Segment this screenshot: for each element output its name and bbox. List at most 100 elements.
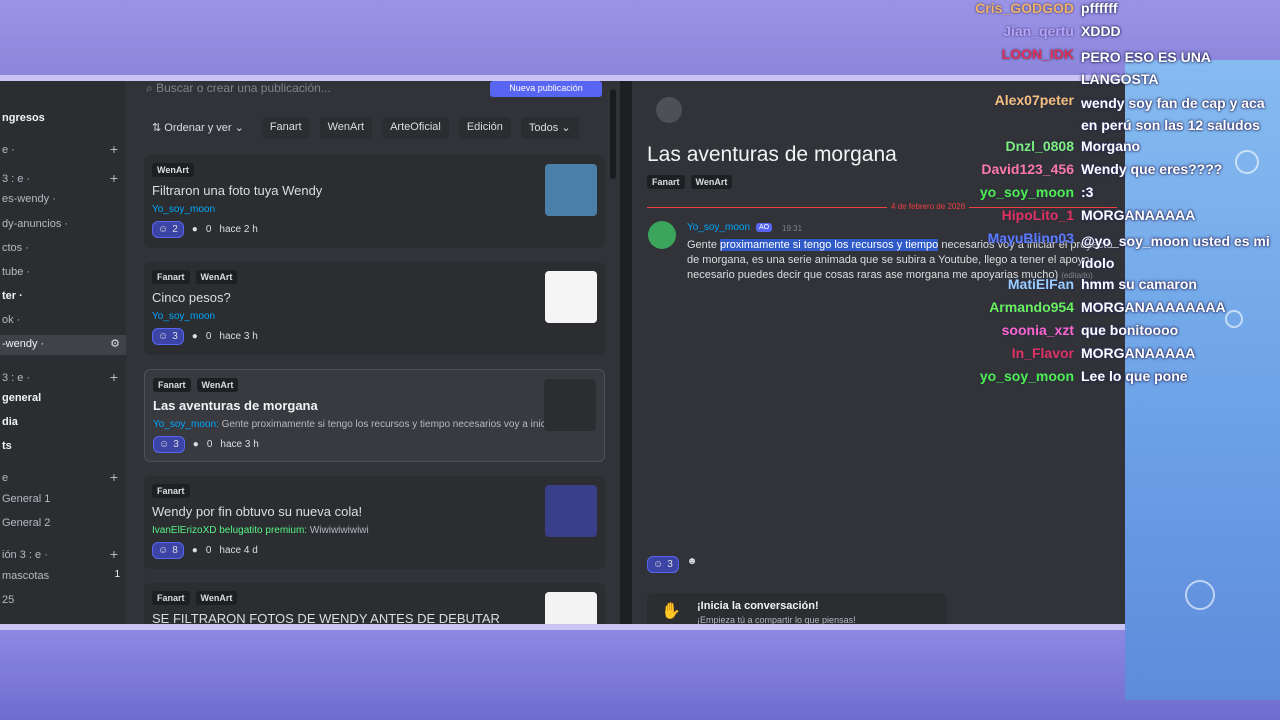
gear-icon[interactable]: ⚙ <box>110 337 120 350</box>
filter-fanart[interactable]: Fanart <box>261 117 310 139</box>
sidebar-item[interactable]: ter · <box>0 287 126 307</box>
sidebar-item-label: General 1 <box>2 493 51 505</box>
sidebar-item[interactable]: general <box>0 389 126 409</box>
chat-line: LOON_IDK PERO ESO ES UNA LANGOSTA <box>960 46 1280 87</box>
reaction-pill[interactable]: ☺ 3 <box>152 328 184 345</box>
sidebar-item-label: ctos · <box>2 242 29 254</box>
post-tag: Fanart <box>152 484 190 498</box>
search-icon: ⌕ <box>146 81 157 95</box>
post-tag: WenArt <box>195 591 238 605</box>
message-text-start: Gente <box>687 239 721 251</box>
chat-message: @yo_soy_moon usted es mi idolo <box>1081 233 1270 271</box>
filter-arteoficial[interactable]: ArteOficial <box>382 117 449 139</box>
sidebar-item[interactable]: es-wendy · <box>0 190 126 210</box>
sidebar-item[interactable]: ctos · <box>0 239 126 259</box>
post-author: Yo_soy_moon: <box>153 419 219 430</box>
sidebar-item[interactable]: 25 <box>0 591 126 611</box>
add-channel-icon[interactable]: + <box>110 141 118 157</box>
post-title: Filtraron una foto tuya Wendy <box>152 183 323 198</box>
post-author: Yo_soy_moon <box>152 204 216 215</box>
post-thumbnail <box>545 592 597 624</box>
chat-message: Wendy que eres???? <box>1081 161 1223 177</box>
sort-button[interactable]: ⇅ Ordenar y ver ⌄ <box>144 117 252 139</box>
reaction-pill[interactable]: ☺ 3 <box>153 436 185 453</box>
sidebar-item[interactable]: dy-anuncios · <box>0 215 126 235</box>
sidebar-item-label: ter · <box>2 290 23 302</box>
sidebar-item[interactable]: General 2 <box>0 514 126 534</box>
chat-username: Alex07peter <box>994 92 1074 108</box>
sidebar-item[interactable]: General 1 <box>0 490 126 510</box>
reaction-count: 3 <box>172 331 178 342</box>
thread-tag: Fanart <box>647 175 685 189</box>
post-author-line: Yo_soy_moon <box>152 311 215 322</box>
post-title: Wendy por fin obtuvo su nueva cola! <box>152 504 363 519</box>
filter-all[interactable]: Todos ⌄ <box>520 117 579 139</box>
sidebar-item[interactable]: mascotas 1 <box>0 567 126 587</box>
sidebar-item[interactable]: -wendy · ⚙ <box>0 335 126 355</box>
chat-message: MORGANAAAAA <box>1081 345 1196 361</box>
post-tag: Fanart <box>152 270 190 284</box>
chat-line: Cris_GODGOD pffffff <box>960 0 1280 22</box>
sidebar-item[interactable]: 3 : e · + <box>0 170 126 190</box>
sidebar-item-label: dy-anuncios · <box>2 218 69 230</box>
chat-line: yo_soy_moon Lee lo que pone <box>960 368 1280 390</box>
reaction-pill[interactable]: ☺ 8 <box>152 542 184 559</box>
sidebar-item-label: 3 : e · <box>2 173 31 185</box>
sidebar-item[interactable]: ión 3 : e · + <box>0 546 126 566</box>
chat-message: hmm su camaron <box>1081 276 1197 292</box>
forum-post[interactable]: WenArt Filtraron una foto tuya Wendy Yo_so… <box>144 155 605 248</box>
chat-message: Lee lo que pone <box>1081 368 1188 384</box>
forum-scrollbar[interactable] <box>610 89 616 179</box>
filter-wenart[interactable]: WenArt <box>319 117 373 139</box>
comment-icon: ● <box>191 331 198 342</box>
sidebar-item-label: es-wendy · <box>2 193 56 205</box>
post-author: IvanElErizoXD belugatito premium: <box>152 525 308 536</box>
post-meta: ☺ 3 ● 0 hace 3 h <box>152 328 258 345</box>
sidebar-item[interactable]: 3 : e · + <box>0 369 126 389</box>
avatar[interactable] <box>648 221 676 249</box>
forum-post[interactable]: Fanart WenArt SE FILTRARON FOTOS DE WENDY … <box>144 583 605 624</box>
filter-edicion[interactable]: Edición <box>458 117 511 139</box>
forum-post[interactable]: Fanart WenArt Las aventuras de morgana Yo_s… <box>144 369 605 462</box>
add-channel-icon[interactable]: + <box>110 170 118 186</box>
post-thumbnail <box>545 271 597 323</box>
sidebar-item[interactable]: tube · <box>0 263 126 283</box>
sidebar-item-label: tube · <box>2 266 31 278</box>
post-tags: Fanart WenArt <box>152 591 238 605</box>
add-channel-icon[interactable]: + <box>110 369 118 385</box>
sidebar-item[interactable]: dia <box>0 413 126 433</box>
reaction-pill[interactable]: ☺ 2 <box>152 221 184 238</box>
chat-line: Dnzl_0808 Morgano <box>960 138 1280 160</box>
forum-post[interactable]: Fanart WenArt Cinco pesos? Yo_soy_moon ☺ 3 ● 0… <box>144 262 605 355</box>
chat-username: HipoLito_1 <box>1001 207 1074 223</box>
add-channel-icon[interactable]: + <box>110 546 118 562</box>
chat-message: :3 <box>1081 184 1094 200</box>
sidebar-item-label: mascotas <box>2 570 50 582</box>
message-author[interactable]: Yo_soy_moon <box>687 222 750 233</box>
add-reaction-icon[interactable]: ☻ <box>687 556 698 573</box>
channel-sidebar: ngresos e · + 3 : e · + es-wendy · dy-anuncios… <box>0 81 126 624</box>
emoji-icon: ☺ <box>159 439 170 450</box>
add-channel-icon[interactable]: + <box>110 469 118 485</box>
chat-username: David123_456 <box>981 161 1074 177</box>
forum-post[interactable]: Fanart Wendy por fin obtuvo su nueva cola… <box>144 476 605 569</box>
post-time: hace 2 h <box>219 224 258 235</box>
new-post-button[interactable]: Nueva publicación <box>490 81 602 97</box>
thread-bubble-icon <box>656 97 682 123</box>
sidebar-item[interactable]: e · + <box>0 141 126 161</box>
sidebar-item-label: general <box>2 392 42 404</box>
comment-icon: ● <box>191 545 198 556</box>
sidebar-item[interactable]: ts <box>0 437 126 457</box>
thread-tags: Fanart WenArt <box>647 175 733 189</box>
chat-line: Jian_qertu XDDD <box>960 23 1280 45</box>
post-thumbnail <box>545 485 597 537</box>
sidebar-item[interactable]: ok · <box>0 311 126 331</box>
sidebar-item[interactable]: e + <box>0 469 126 489</box>
post-tags: Fanart WenArt <box>152 270 238 284</box>
chat-username: LOON_IDK <box>1001 46 1074 62</box>
reaction-pill[interactable]: ☺ 3 <box>647 556 679 573</box>
comment-icon: ● <box>192 439 199 450</box>
bottom-band <box>0 630 1280 720</box>
chat-username: MatiElFan <box>1007 276 1074 292</box>
sidebar-item[interactable]: ngresos <box>0 109 126 129</box>
